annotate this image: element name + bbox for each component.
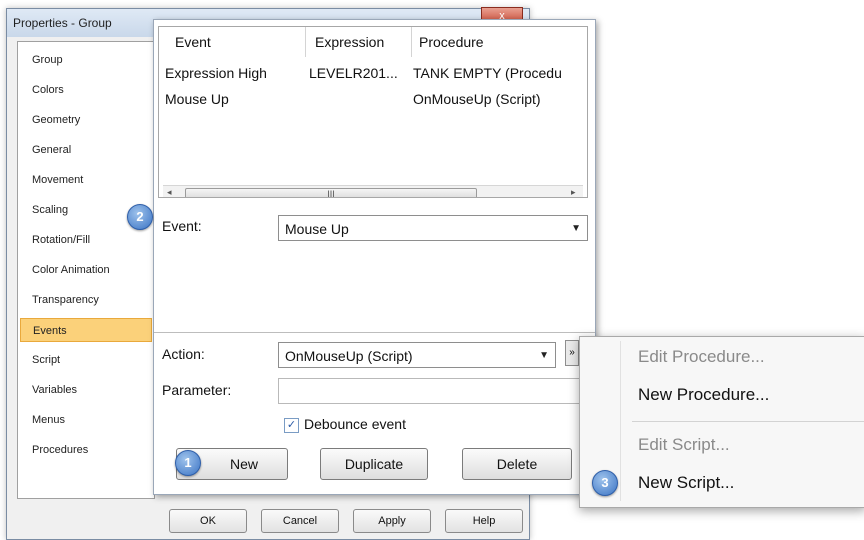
parameter-label: Parameter: — [162, 382, 232, 398]
sidebar-item-rotation-fill[interactable]: Rotation/Fill — [20, 228, 152, 252]
sidebar-item-menus[interactable]: Menus — [20, 408, 152, 432]
menu-separator — [632, 421, 864, 422]
column-separator — [411, 27, 412, 57]
sidebar-item-group[interactable]: Group — [20, 48, 152, 72]
column-separator — [305, 27, 306, 57]
help-button[interactable]: Help — [445, 509, 523, 533]
delete-button[interactable]: Delete — [462, 448, 572, 480]
context-menu: Edit Procedure... New Procedure... Edit … — [579, 336, 864, 508]
chevron-down-icon: ▼ — [539, 350, 549, 361]
sidebar: Group Colors Geometry General Movement S… — [17, 41, 155, 499]
scroll-left-icon[interactable]: ◂ — [167, 187, 172, 197]
action-label: Action: — [162, 346, 205, 362]
table-cell-procedure[interactable]: OnMouseUp (Script) — [413, 91, 585, 107]
chevron-down-icon: ▼ — [571, 223, 581, 234]
scroll-right-icon[interactable]: ▸ — [571, 187, 576, 197]
menu-item-edit-script[interactable]: Edit Script... — [638, 435, 730, 455]
apply-button[interactable]: Apply — [353, 509, 431, 533]
parameter-input[interactable] — [278, 378, 588, 404]
sidebar-item-transparency[interactable]: Transparency — [20, 288, 152, 312]
duplicate-button[interactable]: Duplicate — [320, 448, 428, 480]
action-select-value: OnMouseUp (Script) — [285, 348, 413, 364]
new-button-label: New — [229, 456, 258, 472]
menu-item-new-script[interactable]: New Script... — [638, 473, 734, 493]
sidebar-item-script[interactable]: Script — [20, 348, 152, 372]
scroll-thumb[interactable]: III — [185, 188, 477, 197]
event-select-value: Mouse Up — [285, 221, 349, 237]
section-divider — [154, 332, 595, 333]
debounce-label: Debounce event — [304, 416, 406, 432]
action-select[interactable]: OnMouseUp (Script) ▼ — [278, 342, 556, 368]
step-badge-2: 2 — [127, 204, 153, 230]
sidebar-item-geometry[interactable]: Geometry — [20, 108, 152, 132]
step-badge-3: 3 — [592, 470, 618, 496]
step-badge-1: 1 — [175, 450, 201, 476]
events-panel: Event Expression Procedure Expression Hi… — [153, 19, 596, 495]
sidebar-item-movement[interactable]: Movement — [20, 168, 152, 192]
cancel-button[interactable]: Cancel — [261, 509, 339, 533]
sidebar-item-events[interactable]: Events — [20, 318, 152, 342]
event-label: Event: — [162, 218, 202, 234]
menu-item-edit-procedure[interactable]: Edit Procedure... — [638, 347, 765, 367]
window-title: Properties - Group — [13, 16, 112, 30]
debounce-checkbox[interactable]: ✓ — [284, 418, 299, 433]
column-header-event[interactable]: Event — [175, 27, 211, 57]
menu-gutter — [620, 341, 621, 501]
event-select[interactable]: Mouse Up ▼ — [278, 215, 588, 241]
menu-item-new-procedure[interactable]: New Procedure... — [638, 385, 769, 405]
table-cell-event[interactable]: Expression High — [165, 65, 305, 81]
ok-button[interactable]: OK — [169, 509, 247, 533]
sidebar-item-colors[interactable]: Colors — [20, 78, 152, 102]
table-cell-event[interactable]: Mouse Up — [165, 91, 305, 107]
column-header-procedure[interactable]: Procedure — [419, 27, 484, 57]
sidebar-item-color-animation[interactable]: Color Animation — [20, 258, 152, 282]
sidebar-item-variables[interactable]: Variables — [20, 378, 152, 402]
table-cell-expression[interactable]: LEVELR201... — [309, 65, 411, 81]
horizontal-scrollbar[interactable]: ◂ III ▸ — [163, 185, 583, 197]
events-table[interactable]: Event Expression Procedure Expression Hi… — [158, 26, 588, 198]
table-cell-procedure[interactable]: TANK EMPTY (Procedu — [413, 65, 585, 81]
sidebar-item-general[interactable]: General — [20, 138, 152, 162]
sidebar-item-procedures[interactable]: Procedures — [20, 438, 152, 462]
action-more-button[interactable]: » — [565, 340, 579, 366]
column-header-expression[interactable]: Expression — [315, 27, 384, 57]
